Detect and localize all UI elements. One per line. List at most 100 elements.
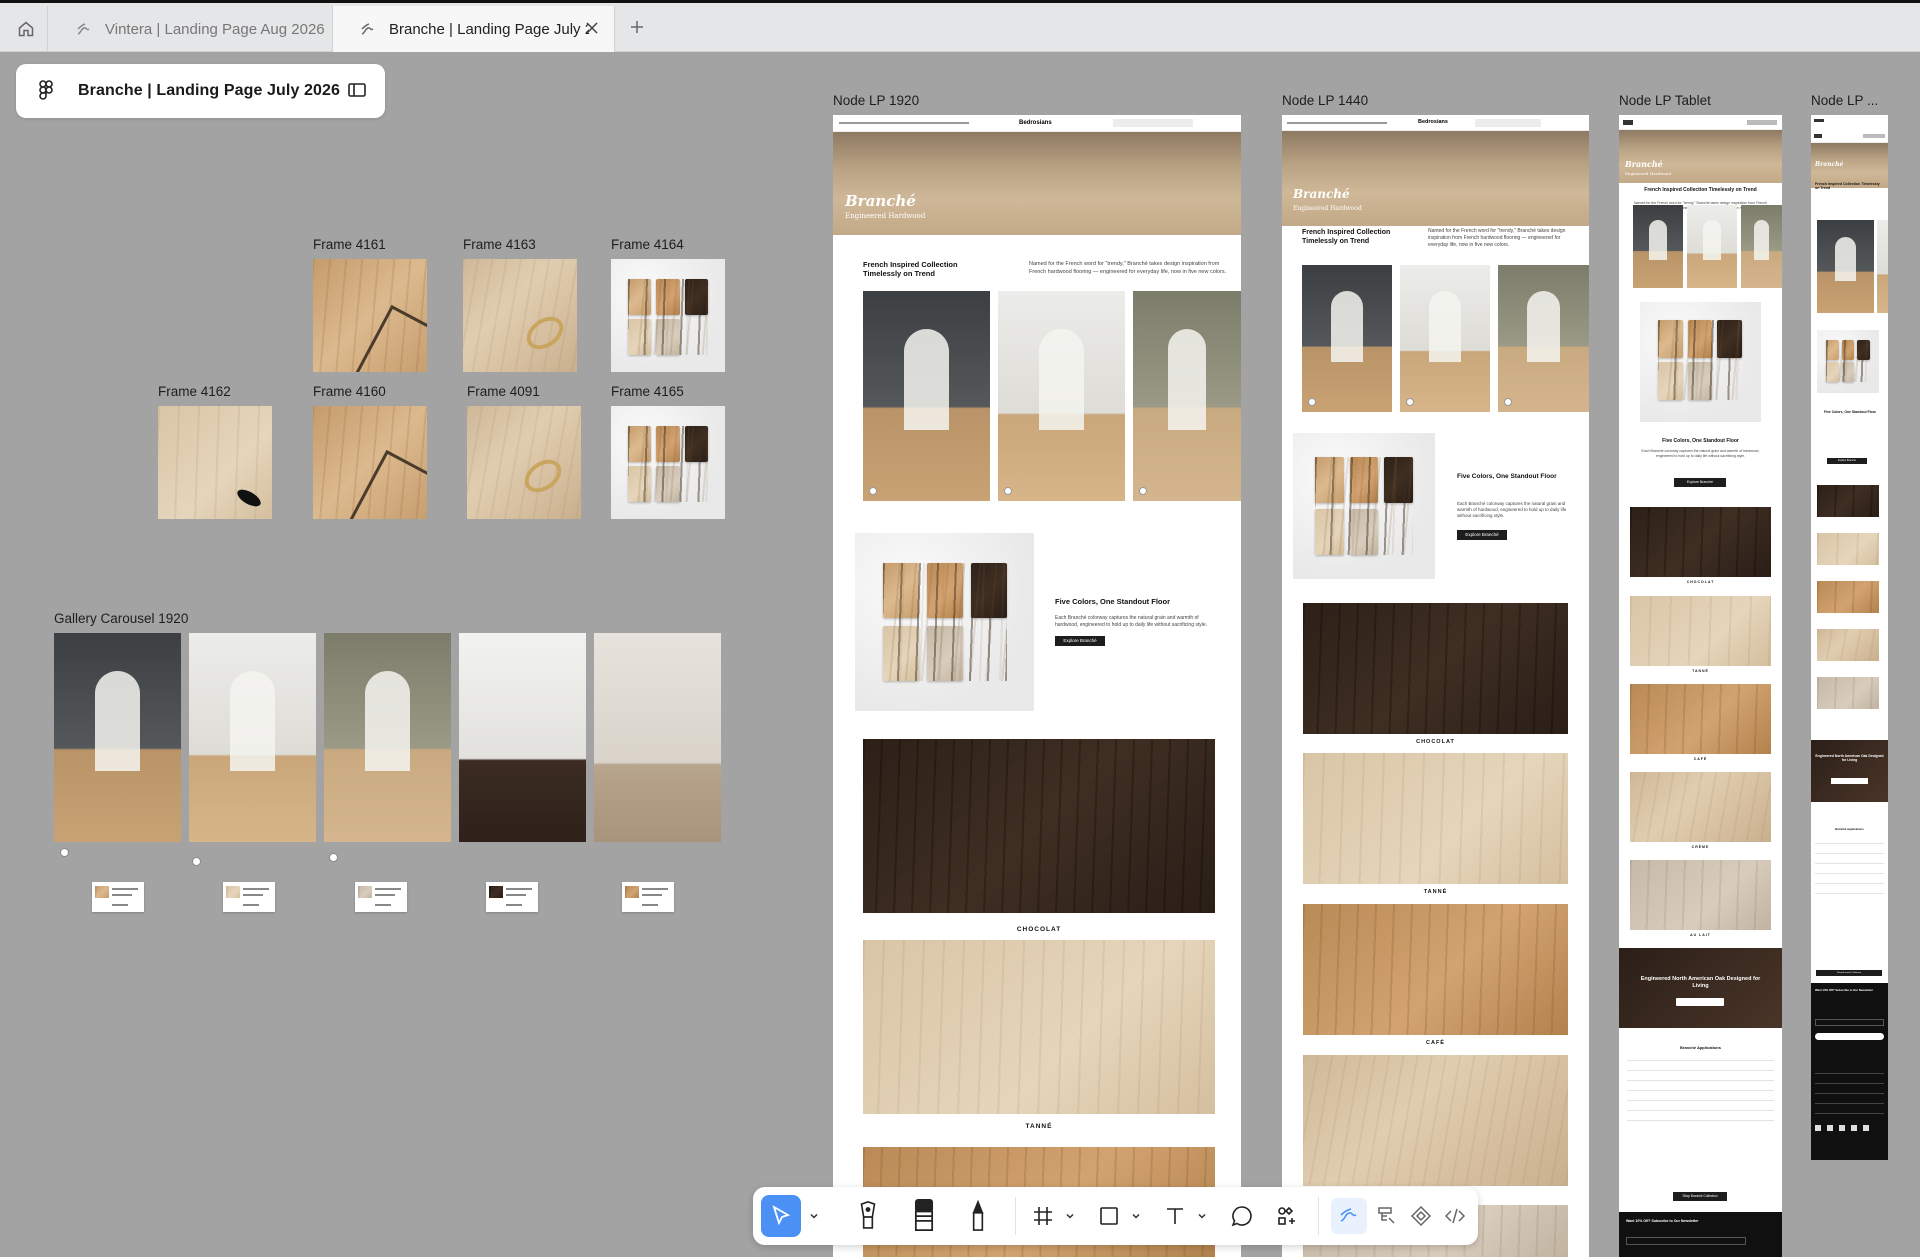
carousel-dot[interactable]	[60, 848, 69, 857]
hero-title: Branché	[1625, 159, 1663, 169]
newsletter-heading: Want 10% Off? Subscribe to Our Newslette…	[1626, 1219, 1699, 1223]
frame-label[interactable]: Frame 4163	[463, 237, 536, 252]
frame-label[interactable]: Node LP 1920	[833, 93, 919, 108]
arch	[1649, 219, 1667, 260]
gallery-image-1[interactable]	[54, 633, 181, 842]
gallery-image-3[interactable]	[324, 633, 451, 842]
gallery-image-4[interactable]	[459, 633, 586, 842]
frame-label[interactable]: Frame 4091	[467, 384, 540, 399]
footer-link-row	[1815, 1073, 1884, 1074]
lp-swatch-image	[1640, 302, 1761, 422]
shoe	[234, 486, 264, 510]
band-button	[1676, 998, 1724, 1006]
frame-4164-image[interactable]	[611, 259, 725, 372]
carousel-dot	[1308, 398, 1316, 406]
color-label: CHOCOLAT	[1686, 580, 1715, 584]
toolbar-divider	[1318, 1197, 1319, 1235]
swatch	[926, 625, 964, 681]
card-thumb	[226, 886, 240, 898]
logo-inlay	[348, 449, 427, 519]
logo-inlay	[353, 304, 427, 372]
carousel-dot[interactable]	[192, 857, 201, 866]
design-mode[interactable]	[1371, 1200, 1403, 1232]
figma-logo-icon[interactable]	[36, 79, 56, 103]
newsletter-footer: Want 10% Off? Subscribe to Our Newslette…	[1811, 983, 1888, 1160]
frame-4163-image[interactable]	[463, 259, 577, 372]
product-card-mini[interactable]	[486, 882, 538, 912]
site-nav: Bedrosians	[1282, 115, 1589, 131]
chevron-down-icon[interactable]	[1197, 1211, 1207, 1221]
tab-vintera[interactable]: Vintera | Landing Page Aug 2026	[49, 6, 333, 52]
color-swatch-cafe	[1630, 684, 1771, 754]
band-title: Engineered North American Oak Designed f…	[1815, 754, 1884, 763]
hero-subtitle: Engineered Hardwood	[1625, 171, 1671, 176]
hero-banner: Branché Engineered Hardwood	[833, 132, 1241, 235]
chevron-down-icon[interactable]	[1131, 1211, 1141, 1221]
product-card-mini[interactable]	[355, 882, 407, 912]
sidebar-toggle-icon[interactable]	[347, 81, 367, 99]
gallery-image-2[interactable]	[189, 633, 316, 842]
lp-1920-frame[interactable]: Bedrosians Branché Engineered Hardwood F…	[833, 115, 1241, 1257]
frame-label[interactable]: Frame 4165	[611, 384, 684, 399]
frame-tool[interactable]	[1027, 1200, 1059, 1232]
oak-feature-band: Engineered North American Oak Designed f…	[1811, 740, 1888, 802]
frame-label[interactable]: Frame 4164	[611, 237, 684, 252]
frame-4161-image[interactable]	[313, 259, 427, 372]
close-icon[interactable]	[584, 20, 600, 36]
frame-4160-image[interactable]	[313, 406, 427, 519]
new-tab-button[interactable]	[624, 17, 650, 43]
gallery-image-5[interactable]	[594, 633, 721, 842]
shape-tool[interactable]	[1093, 1200, 1125, 1232]
product-card-mini[interactable]	[223, 882, 275, 912]
card-thumb	[489, 886, 503, 898]
frame-label[interactable]: Node LP ...	[1811, 93, 1878, 108]
brush-tool[interactable]	[906, 1191, 942, 1239]
draw-mode[interactable]	[1331, 1198, 1367, 1234]
frame-label[interactable]: Gallery Carousel 1920	[54, 611, 188, 626]
tab-branche[interactable]: Branche | Landing Page July 202	[333, 6, 615, 52]
lp-room-image	[1133, 291, 1241, 501]
site-logo: Bedrosians	[1019, 120, 1052, 126]
pencil-tool[interactable]	[961, 1193, 995, 1239]
frame-4162-image[interactable]	[158, 406, 272, 519]
comment-tool[interactable]	[1226, 1200, 1258, 1232]
text-tool[interactable]	[1159, 1200, 1191, 1232]
frame-label[interactable]: Frame 4161	[313, 237, 386, 252]
move-tool[interactable]	[761, 1195, 801, 1237]
carousel-dot	[869, 487, 877, 495]
collection-heading: French Inspired Collection Timelessly on…	[1644, 187, 1757, 193]
frame-label[interactable]: Node LP 1440	[1282, 93, 1368, 108]
product-card-mini[interactable]	[92, 882, 144, 912]
color-swatch-creme	[1817, 629, 1879, 661]
home-button[interactable]	[4, 6, 48, 52]
frame-4091-image[interactable]	[467, 406, 581, 519]
carousel-dot[interactable]	[329, 853, 338, 862]
pen-tool[interactable]	[851, 1193, 885, 1239]
lp-mobile-frame[interactable]: Branché French Inspired Collection Timel…	[1811, 115, 1888, 1160]
product-card-mini[interactable]	[622, 882, 674, 912]
color-swatch-creme	[1303, 1055, 1568, 1186]
component-mode[interactable]	[1405, 1200, 1437, 1232]
dev-mode[interactable]	[1439, 1200, 1471, 1232]
arch	[1428, 291, 1462, 362]
frame-4165-image[interactable]	[611, 406, 725, 519]
explore-button: Explore Branché	[1674, 478, 1726, 487]
rectangle-icon	[1100, 1207, 1118, 1225]
band-title: Engineered North American Oak Designed f…	[1640, 976, 1761, 989]
cursor-icon	[772, 1205, 791, 1226]
lp-1440-frame[interactable]: Bedrosians Branché Engineered Hardwood F…	[1282, 115, 1589, 1257]
actions-tool[interactable]	[1271, 1200, 1303, 1232]
component-diamond-icon	[1410, 1205, 1432, 1227]
color-swatch-tanne	[1817, 533, 1879, 565]
design-layers-icon	[1378, 1207, 1395, 1224]
swatch-grid	[1826, 340, 1870, 382]
lp-tablet-frame[interactable]: Branché Engineered Hardwood French Inspi…	[1619, 115, 1782, 1257]
chevron-down-icon[interactable]	[809, 1211, 819, 1221]
file-name[interactable]: Branche | Landing Page July 2026	[78, 82, 340, 100]
lp-swatch-image	[1293, 433, 1435, 579]
frame-label[interactable]: Node LP Tablet	[1619, 93, 1711, 108]
chevron-down-icon[interactable]	[1065, 1211, 1075, 1221]
frame-label[interactable]: Frame 4162	[158, 384, 231, 399]
frame-label[interactable]: Frame 4160	[313, 384, 386, 399]
arch	[1835, 236, 1856, 282]
